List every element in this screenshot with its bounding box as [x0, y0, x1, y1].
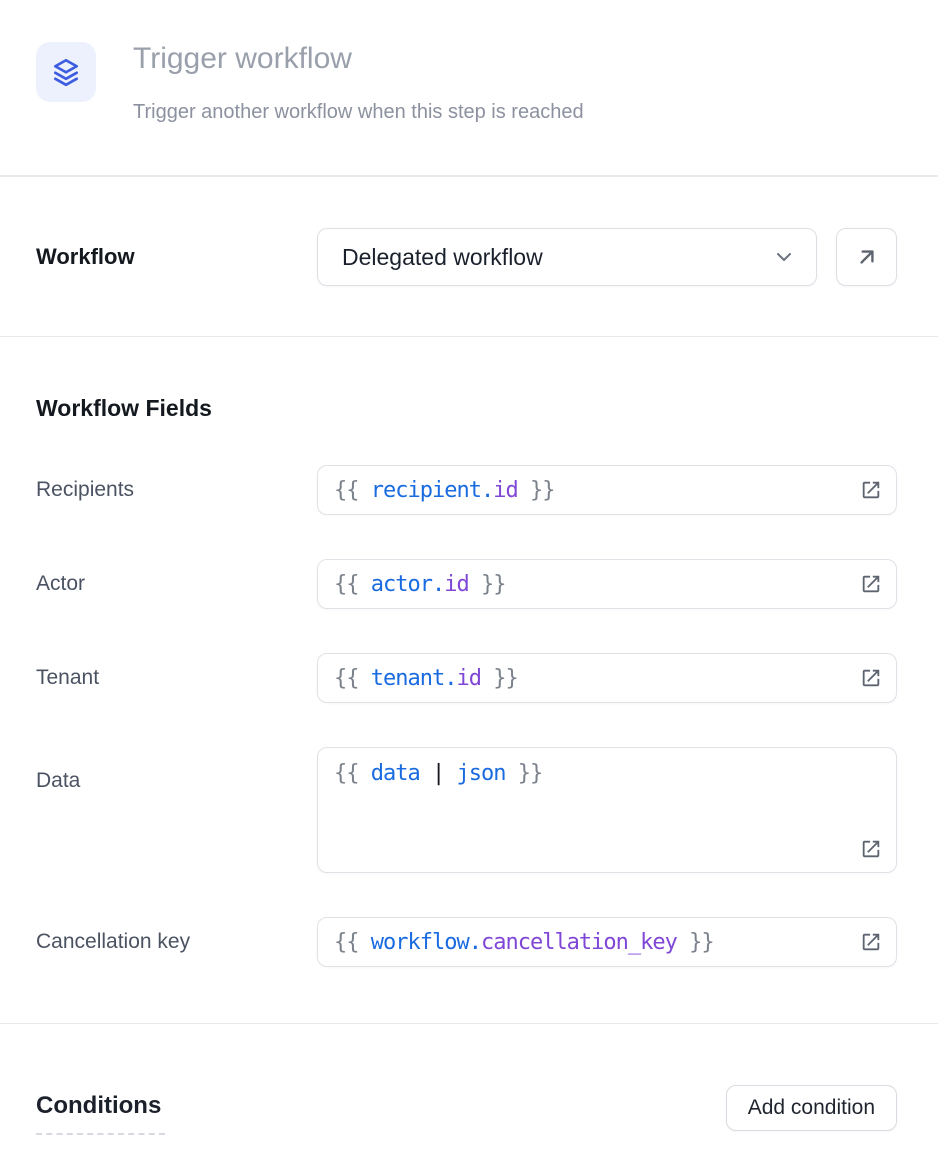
layers-icon [50, 56, 82, 88]
external-link-icon[interactable] [860, 931, 882, 953]
conditions-heading: Conditions [36, 1091, 165, 1135]
add-condition-button[interactable]: Add condition [726, 1085, 897, 1131]
external-link-icon[interactable] [860, 573, 882, 595]
workflow-fields-rows: Recipients {{ recipient.id }} Actor {{ acto… [36, 465, 897, 967]
workflow-select[interactable]: Delegated workflow [317, 228, 817, 286]
field-template-input[interactable]: {{ tenant.id }} [317, 653, 897, 703]
workflow-fields-heading: Workflow Fields [36, 394, 897, 422]
field-template-input[interactable]: {{ recipient.id }} [317, 465, 897, 515]
external-link-icon[interactable] [860, 667, 882, 689]
step-header-text: Trigger workflow Trigger another workflo… [133, 42, 584, 124]
workflow-select-section: Workflow Delegated workflow [0, 177, 938, 337]
chevron-down-icon [772, 245, 796, 269]
workflow-field-row: Tenant {{ tenant.id }} [36, 653, 897, 703]
field-label: Tenant [36, 666, 317, 690]
liquid-template-value: {{ recipient.id }} [334, 478, 554, 503]
conditions-section: Conditions Add condition [0, 1024, 938, 1135]
open-workflow-button[interactable] [836, 228, 897, 286]
liquid-template-value: {{ actor.id }} [334, 572, 505, 597]
liquid-template-value: {{ data | json }} [334, 761, 542, 786]
liquid-template-value: {{ workflow.cancellation_key }} [334, 930, 714, 955]
field-label: Recipients [36, 478, 317, 502]
step-icon-badge [36, 42, 96, 102]
field-label: Data [36, 747, 317, 793]
field-label: Actor [36, 572, 317, 596]
workflow-field-row: Data {{ data | json }} [36, 747, 897, 873]
field-template-input[interactable]: {{ workflow.cancellation_key }} [317, 917, 897, 967]
workflow-field-row: Recipients {{ recipient.id }} [36, 465, 897, 515]
workflow-select-label: Workflow [36, 244, 317, 270]
workflow-field-row: Actor {{ actor.id }} [36, 559, 897, 609]
external-link-icon[interactable] [860, 479, 882, 501]
workflow-field-row: Cancellation key {{ workflow.cancellation… [36, 917, 897, 967]
external-link-icon[interactable] [860, 838, 882, 860]
field-template-input[interactable]: {{ actor.id }} [317, 559, 897, 609]
page-title: Trigger workflow [133, 42, 584, 76]
page-subtitle: Trigger another workflow when this step … [133, 100, 584, 124]
workflow-select-value: Delegated workflow [342, 244, 543, 271]
arrow-up-right-icon [854, 244, 880, 270]
field-label: Cancellation key [36, 930, 317, 954]
liquid-template-value: {{ tenant.id }} [334, 666, 518, 691]
step-header: Trigger workflow Trigger another workflo… [0, 0, 938, 177]
workflow-fields-section: Workflow Fields Recipients {{ recipient.i… [0, 337, 938, 1024]
field-template-input[interactable]: {{ data | json }} [317, 747, 897, 873]
